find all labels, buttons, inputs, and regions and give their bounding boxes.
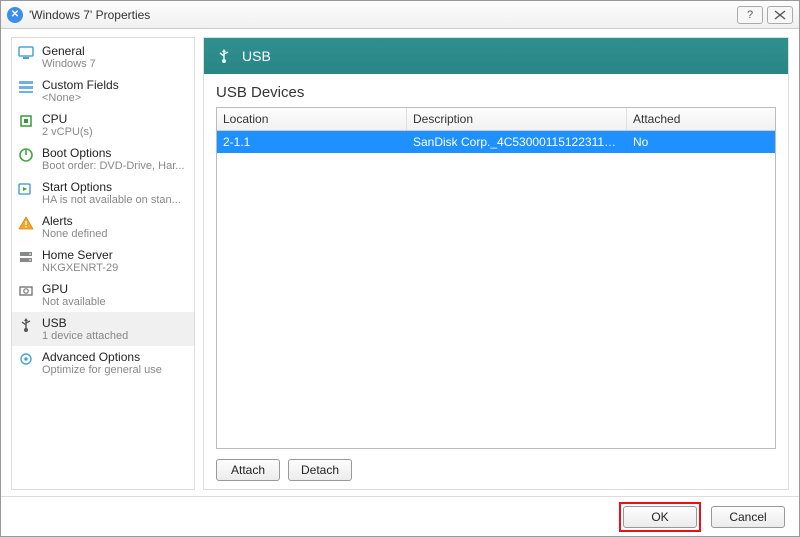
sidebar-item-sub: <None>	[42, 92, 186, 104]
sidebar-item-sub: Optimize for general use	[42, 364, 186, 376]
play-icon	[18, 181, 34, 197]
alert-icon	[18, 215, 34, 231]
sidebar-item-sub: 2 vCPU(s)	[42, 126, 186, 138]
cell-description: SanDisk Corp._4C530001151223117134	[407, 131, 627, 153]
usb-devices-table: Location Description Attached 2-1.1 SanD…	[216, 107, 776, 449]
section-title: USB Devices	[216, 84, 776, 101]
close-button[interactable]	[767, 6, 793, 24]
sidebar-item-label: GPU	[42, 282, 186, 296]
table-row[interactable]: 2-1.1 SanDisk Corp._4C530001151223117134…	[217, 131, 775, 153]
sidebar-item-home-server[interactable]: Home Server NKGXENRT-29	[12, 244, 194, 278]
column-location[interactable]: Location	[217, 108, 407, 130]
sidebar-item-general[interactable]: General Windows 7	[12, 40, 194, 74]
sidebar-item-custom-fields[interactable]: Custom Fields <None>	[12, 74, 194, 108]
sidebar-item-sub: None defined	[42, 228, 186, 240]
sidebar-item-label: USB	[42, 316, 186, 330]
sidebar-item-label: Start Options	[42, 180, 186, 194]
usb-header-icon	[216, 48, 232, 64]
sidebar-item-boot-options[interactable]: Boot Options Boot order: DVD-Drive, Har.…	[12, 142, 194, 176]
help-button[interactable]: ?	[737, 6, 763, 24]
sidebar-item-alerts[interactable]: Alerts None defined	[12, 210, 194, 244]
detach-button[interactable]: Detach	[288, 459, 352, 481]
attach-button[interactable]: Attach	[216, 459, 280, 481]
column-attached[interactable]: Attached	[627, 108, 775, 130]
table-actions: Attach Detach	[216, 459, 776, 481]
monitor-icon	[18, 45, 34, 61]
column-description[interactable]: Description	[407, 108, 627, 130]
sidebar-item-sub: HA is not available on stan...	[42, 194, 186, 206]
sidebar-item-sub: Boot order: DVD-Drive, Har...	[42, 160, 186, 172]
cell-attached: No	[627, 131, 775, 153]
usb-icon	[18, 317, 34, 333]
dialog-body: General Windows 7 Custom Fields <None>	[1, 29, 799, 496]
main-panel: USB USB Devices Location Description Att…	[203, 37, 789, 490]
sidebar-item-start-options[interactable]: Start Options HA is not available on sta…	[12, 176, 194, 210]
ok-button[interactable]: OK	[623, 506, 697, 528]
sidebar-item-label: CPU	[42, 112, 186, 126]
fields-icon	[18, 79, 34, 95]
gpu-icon	[18, 283, 34, 299]
titlebar: ✕ 'Windows 7' Properties ?	[1, 1, 799, 29]
sidebar-item-advanced[interactable]: Advanced Options Optimize for general us…	[12, 346, 194, 380]
table-body: 2-1.1 SanDisk Corp._4C530001151223117134…	[217, 131, 775, 448]
properties-window: ✕ 'Windows 7' Properties ? General Windo…	[0, 0, 800, 537]
sidebar-item-label: Alerts	[42, 214, 186, 228]
app-icon: ✕	[7, 7, 23, 23]
sidebar-item-label: Home Server	[42, 248, 186, 262]
server-icon	[18, 249, 34, 265]
sidebar-item-sub: 1 device attached	[42, 330, 186, 342]
cpu-icon	[18, 113, 34, 129]
gear-icon	[18, 351, 34, 367]
cell-location: 2-1.1	[217, 131, 407, 153]
power-icon	[18, 147, 34, 163]
sidebar-item-sub: Not available	[42, 296, 186, 308]
ok-highlight-box: OK	[619, 502, 701, 532]
sidebar-item-sub: NKGXENRT-29	[42, 262, 186, 274]
sidebar: General Windows 7 Custom Fields <None>	[11, 37, 195, 490]
sidebar-item-cpu[interactable]: CPU 2 vCPU(s)	[12, 108, 194, 142]
dialog-footer: OK Cancel	[1, 496, 799, 536]
sidebar-item-label: General	[42, 44, 186, 58]
panel-body: USB Devices Location Description Attache…	[204, 74, 788, 489]
sidebar-item-gpu[interactable]: GPU Not available	[12, 278, 194, 312]
sidebar-item-label: Boot Options	[42, 146, 186, 160]
window-title: 'Windows 7' Properties	[29, 8, 733, 22]
sidebar-item-sub: Windows 7	[42, 58, 186, 70]
sidebar-item-usb[interactable]: USB 1 device attached	[12, 312, 194, 346]
sidebar-item-label: Advanced Options	[42, 350, 186, 364]
cancel-button[interactable]: Cancel	[711, 506, 785, 528]
panel-header: USB	[204, 38, 788, 74]
table-header: Location Description Attached	[217, 108, 775, 131]
sidebar-item-label: Custom Fields	[42, 78, 186, 92]
panel-header-title: USB	[242, 48, 271, 64]
